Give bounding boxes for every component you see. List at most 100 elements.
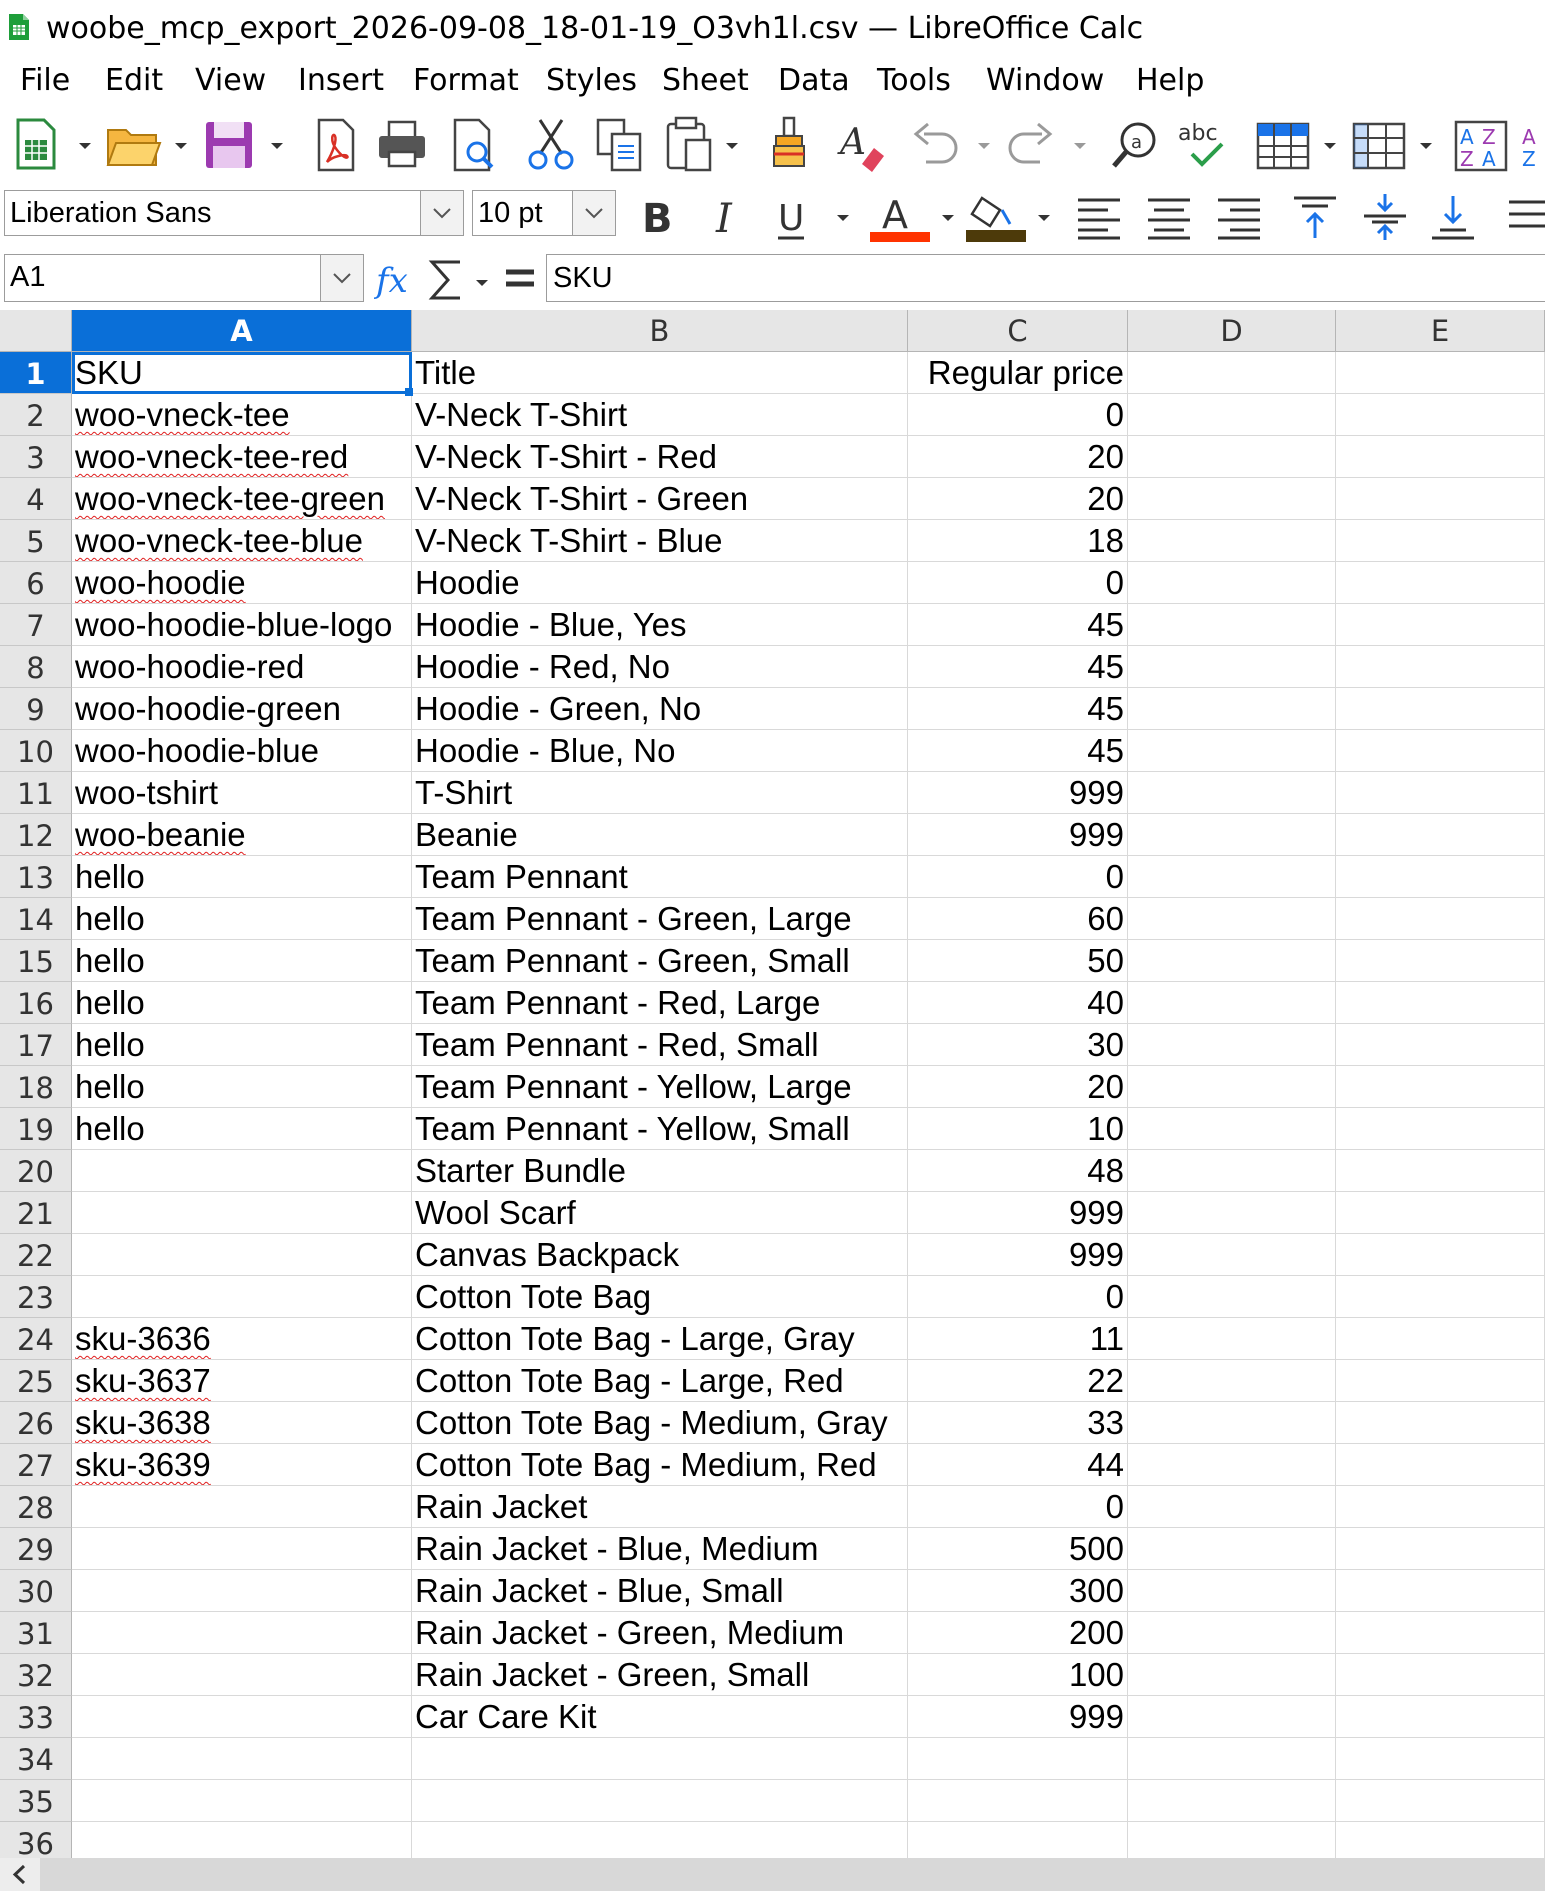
- cell-d[interactable]: [1128, 1696, 1336, 1738]
- cell-b[interactable]: Wool Scarf: [412, 1192, 908, 1234]
- new-spreadsheet-icon[interactable]: [8, 114, 66, 176]
- column-header-c[interactable]: C: [908, 310, 1128, 352]
- cell-c[interactable]: 0: [908, 1276, 1128, 1318]
- cell-b[interactable]: Rain Jacket - Green, Medium: [412, 1612, 908, 1654]
- cell-a[interactable]: hello: [72, 856, 412, 898]
- cell-e[interactable]: [1336, 772, 1545, 814]
- name-box[interactable]: A1: [4, 254, 364, 302]
- row-header[interactable]: 32: [0, 1654, 72, 1696]
- chevron-down-icon[interactable]: [77, 138, 93, 154]
- cell-e[interactable]: [1336, 898, 1545, 940]
- cell-d[interactable]: [1128, 352, 1336, 394]
- cell-d[interactable]: [1128, 1150, 1336, 1192]
- align-left-icon[interactable]: [1074, 192, 1124, 242]
- row-header[interactable]: 19: [0, 1108, 72, 1150]
- align-right-icon[interactable]: [1214, 192, 1264, 242]
- column-header-d[interactable]: D: [1128, 310, 1336, 352]
- cell-b[interactable]: Team Pennant: [412, 856, 908, 898]
- cell-e[interactable]: [1336, 1654, 1545, 1696]
- cell-c[interactable]: 48: [908, 1150, 1128, 1192]
- menu-tools[interactable]: Tools: [877, 62, 951, 100]
- row-header[interactable]: 27: [0, 1444, 72, 1486]
- cell-d[interactable]: [1128, 1276, 1336, 1318]
- cell-b[interactable]: V-Neck T-Shirt - Green: [412, 478, 908, 520]
- cell-d[interactable]: [1128, 940, 1336, 982]
- cell-d[interactable]: [1128, 1486, 1336, 1528]
- cell-c[interactable]: 100: [908, 1654, 1128, 1696]
- cell-e[interactable]: [1336, 604, 1545, 646]
- cell-b[interactable]: Cotton Tote Bag - Large, Red: [412, 1360, 908, 1402]
- horizontal-scrollbar[interactable]: [0, 1858, 1545, 1891]
- cell-e[interactable]: [1336, 520, 1545, 562]
- cell-b[interactable]: Team Pennant - Red, Large: [412, 982, 908, 1024]
- menu-sheet[interactable]: Sheet: [662, 62, 749, 100]
- cell-e[interactable]: [1336, 1234, 1545, 1276]
- cell-c[interactable]: 20: [908, 1066, 1128, 1108]
- row-header[interactable]: 24: [0, 1318, 72, 1360]
- cell-c[interactable]: 11: [908, 1318, 1128, 1360]
- cell-d[interactable]: [1128, 436, 1336, 478]
- cell-a[interactable]: [72, 1528, 412, 1570]
- redo-icon[interactable]: [1002, 114, 1060, 176]
- chevron-down-icon[interactable]: [724, 138, 740, 154]
- cell-e[interactable]: [1336, 1192, 1545, 1234]
- cell-d[interactable]: [1128, 1528, 1336, 1570]
- spreadsheet-grid[interactable]: A B C D E 1 SKU Title Regular price 2 woo-vne…: [0, 310, 1545, 1858]
- row-header[interactable]: 20: [0, 1150, 72, 1192]
- cell-a[interactable]: [72, 1738, 412, 1780]
- chevron-down-icon[interactable]: [474, 275, 490, 291]
- cell-d[interactable]: [1128, 898, 1336, 940]
- row-header[interactable]: 25: [0, 1360, 72, 1402]
- chevron-down-icon[interactable]: [1036, 210, 1052, 226]
- cell-e[interactable]: [1336, 1276, 1545, 1318]
- cell-c[interactable]: 300: [908, 1570, 1128, 1612]
- row-header[interactable]: 4: [0, 478, 72, 520]
- font-name-box[interactable]: Liberation Sans: [4, 190, 464, 236]
- cell-c[interactable]: 999: [908, 814, 1128, 856]
- cell-b[interactable]: Rain Jacket - Green, Small: [412, 1654, 908, 1696]
- row-header[interactable]: 31: [0, 1612, 72, 1654]
- menu-view[interactable]: View: [195, 62, 266, 100]
- align-bottom-icon[interactable]: [1428, 192, 1478, 242]
- row-header[interactable]: 8: [0, 646, 72, 688]
- cell-d[interactable]: [1128, 1024, 1336, 1066]
- row-header[interactable]: 15: [0, 940, 72, 982]
- cell-d[interactable]: [1128, 1234, 1336, 1276]
- chevron-down-icon[interactable]: [835, 210, 851, 226]
- row-header[interactable]: 11: [0, 772, 72, 814]
- copy-icon[interactable]: [590, 114, 648, 176]
- cell-b[interactable]: Hoodie: [412, 562, 908, 604]
- cell-a[interactable]: sku-3639: [72, 1444, 412, 1486]
- menu-data[interactable]: Data: [778, 62, 850, 100]
- cell-a[interactable]: hello: [72, 1024, 412, 1066]
- chevron-down-icon[interactable]: [940, 210, 956, 226]
- cell-d[interactable]: [1128, 520, 1336, 562]
- cell-c[interactable]: 45: [908, 604, 1128, 646]
- column-header-b[interactable]: B: [412, 310, 908, 352]
- cell-e[interactable]: [1336, 1402, 1545, 1444]
- cell-e[interactable]: [1336, 1528, 1545, 1570]
- cell-e[interactable]: [1336, 856, 1545, 898]
- cell-b[interactable]: Cotton Tote Bag - Large, Gray: [412, 1318, 908, 1360]
- cell-b[interactable]: V-Neck T-Shirt - Red: [412, 436, 908, 478]
- cell-d[interactable]: [1128, 646, 1336, 688]
- cell-c[interactable]: 0: [908, 1486, 1128, 1528]
- cell-b[interactable]: Rain Jacket: [412, 1486, 908, 1528]
- row-header[interactable]: 16: [0, 982, 72, 1024]
- row-header[interactable]: 3: [0, 436, 72, 478]
- cell-a[interactable]: woo-vneck-tee: [72, 394, 412, 436]
- cell-c[interactable]: 0: [908, 394, 1128, 436]
- cell-b[interactable]: V-Neck T-Shirt: [412, 394, 908, 436]
- cell-a[interactable]: woo-hoodie-blue-logo: [72, 604, 412, 646]
- cell-c[interactable]: [908, 1822, 1128, 1858]
- export-pdf-icon[interactable]: [307, 114, 365, 176]
- align-top-icon[interactable]: [1290, 192, 1340, 242]
- cell-a[interactable]: [72, 1276, 412, 1318]
- cell-a[interactable]: sku-3636: [72, 1318, 412, 1360]
- row-header[interactable]: 26: [0, 1402, 72, 1444]
- cell-e[interactable]: [1336, 1738, 1545, 1780]
- cell-c[interactable]: 999: [908, 772, 1128, 814]
- undo-icon[interactable]: [906, 114, 964, 176]
- find-replace-icon[interactable]: a: [1108, 114, 1166, 176]
- clone-formatting-icon[interactable]: [762, 114, 820, 176]
